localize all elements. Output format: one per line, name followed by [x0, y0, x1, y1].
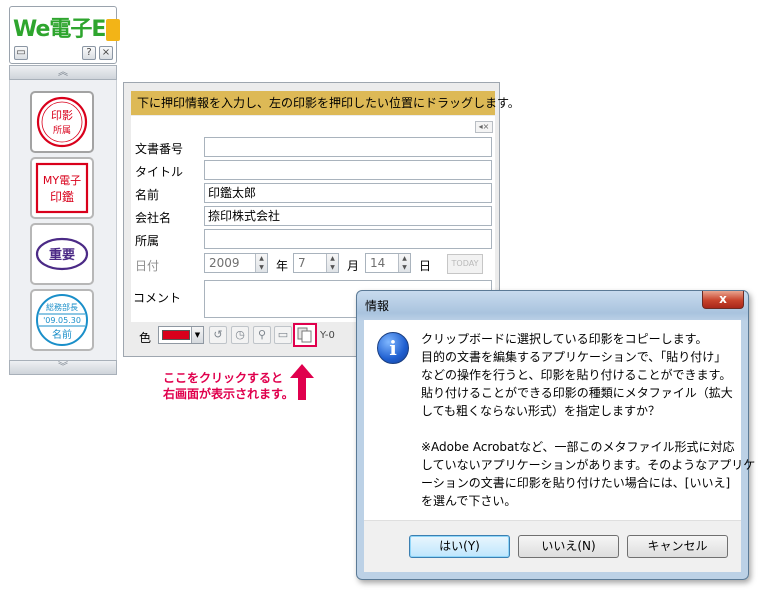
- close-icon: x: [719, 292, 727, 306]
- chevron-down-icon: ▼: [191, 327, 203, 343]
- instruction-bar: 下に押印情報を入力し、左の印影を押印したい位置にドラッグします。: [131, 91, 520, 115]
- close-icon[interactable]: ×: [99, 46, 113, 60]
- day-spin-icon[interactable]: ▲ ▼: [398, 254, 410, 272]
- month-stepper[interactable]: 7 ▲ ▼: [293, 253, 339, 273]
- dialog-close-button[interactable]: x: [702, 291, 744, 309]
- yes-button[interactable]: はい(Y): [409, 535, 510, 558]
- day-stepper[interactable]: 14 ▲ ▼: [365, 253, 411, 273]
- zoom-icon[interactable]: ⚲: [253, 326, 271, 344]
- year-stepper[interactable]: 2009 ▲ ▼: [204, 253, 268, 273]
- oval-stamp-text: 重要: [49, 247, 75, 263]
- message-line: しても粗くならない形式）を指定しますか？: [421, 404, 661, 418]
- doc-number-field[interactable]: [204, 137, 492, 157]
- info-icon: i: [377, 332, 409, 364]
- copy-icon: [297, 327, 312, 343]
- message-line: 目的の文書を編集するアプリケーションで、「貼り付け」: [421, 350, 727, 364]
- department-field[interactable]: [204, 229, 492, 249]
- dialog-button-bar: はい(Y) いいえ(N) キャンセル: [364, 520, 741, 572]
- dialog-title: 情報: [365, 299, 390, 313]
- collapse-icon[interactable]: ◂×: [475, 121, 493, 133]
- year-unit: 年: [276, 259, 289, 273]
- oval-stamp-icon: 重要: [35, 237, 89, 271]
- month-spin-icon[interactable]: ▲ ▼: [326, 254, 338, 272]
- month-unit: 月: [347, 259, 360, 273]
- dialog-body: i クリップボードに選択している印影をコピーします。 目的の文書を編集するアプリ…: [364, 320, 755, 520]
- title-label: タイトル: [135, 165, 184, 179]
- date-label: 日付: [135, 259, 160, 273]
- annotation-line1: ここをクリックすると: [163, 371, 284, 385]
- month-value: 7: [298, 256, 306, 270]
- chevron-down-icon: ︾: [58, 362, 68, 373]
- info-dialog: 情報 x i クリップボードに選択している印影をコピーします。 目的の文書を編集…: [356, 290, 755, 580]
- name-field[interactable]: 印鑑太郎: [204, 183, 492, 203]
- company-label: 会社名: [135, 211, 172, 225]
- stamp-square[interactable]: MY電子 印鑑: [30, 157, 94, 219]
- message-line: していないアプリケーションがあります。そのようなアプリケ: [421, 458, 756, 472]
- monitor-icon[interactable]: ▭: [274, 326, 292, 344]
- chevron-up-icon: ︽: [58, 67, 68, 78]
- round-stamp-line1: 印影: [51, 109, 73, 122]
- square-stamp-line1: MY電子: [43, 174, 81, 187]
- date-stamp-line2: '09.05.30: [43, 316, 81, 325]
- copy-stamp-button[interactable]: [293, 323, 317, 347]
- cancel-button[interactable]: キャンセル: [627, 535, 728, 558]
- title-field[interactable]: [204, 160, 492, 180]
- day-value: 14: [370, 256, 386, 270]
- department-label: 所属: [135, 234, 160, 248]
- scroll-down-button[interactable]: ︾: [9, 360, 117, 375]
- message-line: などの操作を行うと、印影を貼り付けることができます。: [421, 368, 732, 382]
- stamp-logo-icon: [106, 19, 121, 41]
- stamp-oval[interactable]: 重要: [30, 223, 94, 285]
- color-label: 色: [139, 331, 152, 345]
- square-stamp-line2: 印鑑: [50, 189, 74, 204]
- message-line: 貼り付けることができる印影の種類にメタファイル（拡大: [421, 386, 733, 400]
- date-stamp-line3: 名前: [52, 328, 72, 341]
- date-stamp-icon: 総務部長 '09.05.30 名前: [36, 294, 88, 346]
- color-swatch: [162, 330, 190, 340]
- message-line: ※Adobe Acrobatなど、一部このメタファイル形式に対応: [421, 440, 735, 454]
- help-icon[interactable]: ?: [82, 46, 96, 60]
- day-unit: 日: [419, 259, 432, 273]
- scroll-up-button[interactable]: ︽: [9, 65, 117, 80]
- message-line: クリップボードに選択している印影をコピーします。: [421, 332, 708, 346]
- rotate-icon[interactable]: ↺: [209, 326, 227, 344]
- app-header: We電子E ▭ ? ×: [9, 6, 121, 64]
- date-stamp-line1: 総務部長: [46, 302, 78, 312]
- today-button[interactable]: TODAY: [447, 254, 483, 274]
- square-stamp-icon: MY電子 印鑑: [35, 162, 89, 214]
- message-line: ーションの文書に印影を貼り付けたい場合には、[いいえ]: [421, 476, 731, 490]
- no-button[interactable]: いいえ(N): [518, 535, 619, 558]
- annotation-line2: 右画面が表示されます。: [163, 387, 294, 401]
- app-logo: We電子E: [13, 11, 121, 43]
- arrow-up-icon: [290, 364, 314, 400]
- clock-icon[interactable]: ◷: [231, 326, 249, 344]
- comment-label: コメント: [133, 291, 182, 305]
- round-stamp-icon: 印影 所属: [36, 96, 88, 148]
- y-offset-label: Y-0: [320, 330, 335, 341]
- color-select[interactable]: ▼: [158, 326, 204, 344]
- doc-number-label: 文書番号: [135, 142, 184, 156]
- round-stamp-line2: 所属: [53, 125, 71, 136]
- year-value: 2009: [209, 256, 240, 270]
- year-spin-icon[interactable]: ▲ ▼: [255, 254, 267, 272]
- app-logo-text: We電子E: [13, 17, 106, 42]
- stamp-date[interactable]: 総務部長 '09.05.30 名前: [30, 289, 94, 351]
- restore-icon[interactable]: ▭: [14, 46, 28, 60]
- name-label: 名前: [135, 188, 160, 202]
- stamp-round[interactable]: 印影 所属: [30, 91, 94, 153]
- message-line: を選んで下さい。: [421, 494, 517, 508]
- company-field[interactable]: 捺印株式会社: [204, 206, 492, 226]
